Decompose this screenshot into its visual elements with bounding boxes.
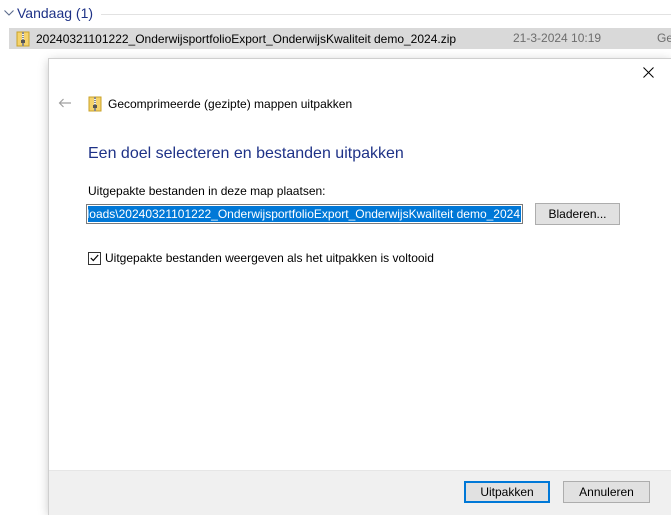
group-header-today[interactable]: Vandaag (1) [0, 0, 671, 26]
dialog-footer: Uitpakken Annuleren [49, 470, 671, 515]
chevron-down-icon[interactable] [1, 0, 17, 26]
page-heading: Een doel selecteren en bestanden uitpakk… [88, 145, 404, 162]
show-files-checkbox[interactable] [88, 251, 101, 265]
destination-label: Uitgepakte bestanden in deze map plaatse… [88, 184, 326, 198]
file-date: 21-3-2024 10:19 [513, 31, 602, 45]
zip-folder-icon [15, 31, 31, 47]
file-type: Ge [657, 31, 671, 45]
back-button[interactable] [55, 94, 75, 114]
show-files-option[interactable]: Uitgepakte bestanden weergeven als het u… [88, 250, 434, 266]
cancel-button[interactable]: Annuleren [563, 481, 650, 503]
close-button[interactable] [634, 61, 662, 87]
zip-folder-icon [88, 96, 104, 112]
destination-path-text: nloads\20240321101222_Onderwijsportfolio… [88, 206, 521, 222]
file-name: 20240321101222_OnderwijsportfolioExport_… [36, 31, 457, 46]
destination-path-input[interactable]: nloads\20240321101222_Onderwijsportfolio… [86, 204, 523, 224]
file-row[interactable]: 20240321101222_OnderwijsportfolioExport_… [9, 28, 671, 49]
close-icon [642, 67, 654, 81]
checkmark-icon [90, 251, 99, 265]
back-arrow-icon [58, 97, 72, 111]
wizard-title: Gecomprimeerde (gezipte) mappen uitpakke… [108, 97, 353, 111]
extract-button[interactable]: Uitpakken [464, 481, 550, 503]
group-title: Vandaag (1) [17, 5, 94, 21]
browse-button[interactable]: Bladeren... [535, 203, 620, 225]
show-files-label: Uitgepakte bestanden weergeven als het u… [105, 251, 434, 265]
extract-dialog: Gecomprimeerde (gezipte) mappen uitpakke… [49, 59, 671, 515]
group-divider [101, 13, 671, 15]
